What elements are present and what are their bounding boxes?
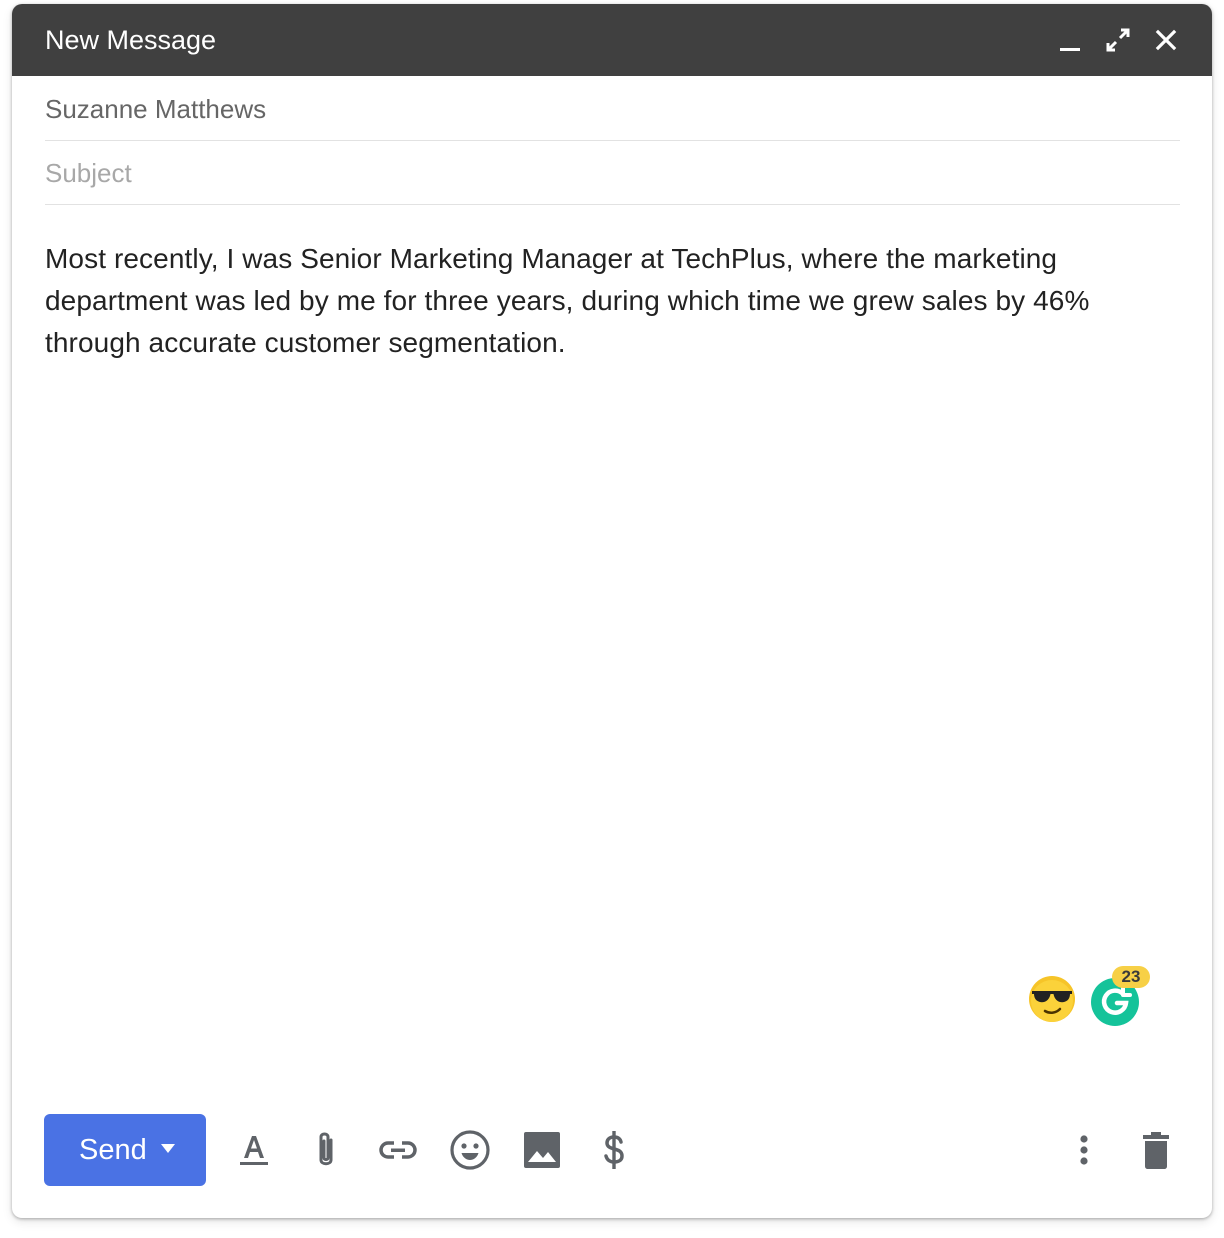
link-icon[interactable] bbox=[376, 1128, 420, 1172]
sunglasses-emoji-icon[interactable] bbox=[1028, 975, 1076, 1023]
window-title: New Message bbox=[45, 25, 217, 55]
dollar-icon[interactable] bbox=[592, 1128, 636, 1172]
minimize-icon[interactable] bbox=[1054, 24, 1086, 56]
send-label: Send bbox=[79, 1134, 147, 1166]
send-button[interactable]: Send bbox=[44, 1114, 206, 1186]
send-options-icon[interactable] bbox=[161, 1144, 175, 1154]
more-options-icon[interactable] bbox=[1062, 1128, 1106, 1172]
emoji-icon[interactable] bbox=[448, 1128, 492, 1172]
message-body[interactable]: Most recently, I was Senior Marketing Ma… bbox=[45, 238, 1180, 364]
grammarly-badge: 23 bbox=[1112, 966, 1150, 988]
compose-titlebar[interactable]: New Message bbox=[12, 4, 1212, 76]
photo-icon[interactable] bbox=[520, 1128, 564, 1172]
close-icon[interactable] bbox=[1150, 24, 1182, 56]
attach-icon[interactable] bbox=[304, 1128, 348, 1172]
compose-window: New Message Suzanne Matthews Most recent… bbox=[12, 4, 1212, 1218]
formatting-icon[interactable] bbox=[232, 1128, 276, 1172]
recipient-chip[interactable]: Suzanne Matthews bbox=[45, 93, 266, 125]
trash-icon[interactable] bbox=[1134, 1128, 1178, 1172]
subject-input[interactable] bbox=[45, 153, 1180, 193]
recipients-field[interactable]: Suzanne Matthews bbox=[45, 77, 1180, 141]
expand-icon[interactable] bbox=[1102, 24, 1134, 56]
grammarly-icon[interactable]: 23 bbox=[1090, 966, 1150, 1026]
subject-field[interactable] bbox=[45, 141, 1180, 205]
